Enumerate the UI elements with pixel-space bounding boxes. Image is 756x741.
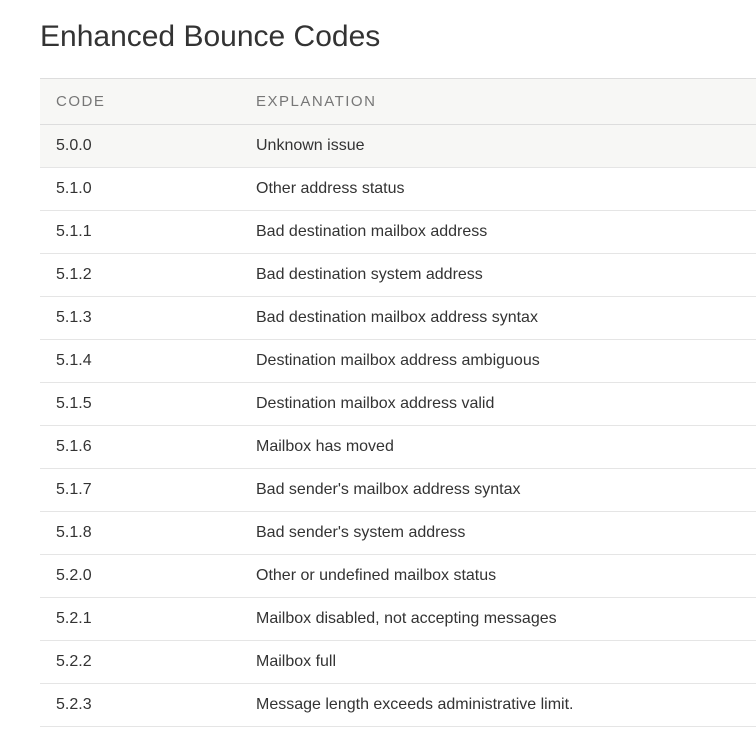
table-header-code: CODE — [40, 79, 240, 125]
cell-code: 5.1.1 — [40, 211, 240, 254]
cell-code: 5.1.4 — [40, 340, 240, 383]
cell-code: 5.2.1 — [40, 598, 240, 641]
cell-explanation: Bad sender's system address — [240, 512, 756, 555]
table-row: 5.0.0Unknown issue — [40, 125, 756, 168]
table-row: 5.1.0Other address status — [40, 168, 756, 211]
cell-code: 5.0.0 — [40, 125, 240, 168]
cell-explanation: Bad destination system address — [240, 254, 756, 297]
table-row: 5.1.8Bad sender's system address — [40, 512, 756, 555]
cell-explanation: Bad destination mailbox address — [240, 211, 756, 254]
cell-explanation: Unknown issue — [240, 125, 756, 168]
cell-code: 5.2.3 — [40, 684, 240, 727]
table-row: 5.1.2Bad destination system address — [40, 254, 756, 297]
table-row: 5.2.0Other or undefined mailbox status — [40, 555, 756, 598]
cell-explanation: Mailbox has moved — [240, 426, 756, 469]
cell-code: 5.1.0 — [40, 168, 240, 211]
cell-code: 5.1.3 — [40, 297, 240, 340]
table-row: 5.1.3Bad destination mailbox address syn… — [40, 297, 756, 340]
cell-explanation: Other or undefined mailbox status — [240, 555, 756, 598]
cell-explanation: Mailbox full — [240, 641, 756, 684]
cell-code: 5.1.2 — [40, 254, 240, 297]
cell-code: 5.1.8 — [40, 512, 240, 555]
table-row: 5.1.1Bad destination mailbox address — [40, 211, 756, 254]
cell-explanation: Bad destination mailbox address syntax — [240, 297, 756, 340]
page-title: Enhanced Bounce Codes — [40, 20, 756, 54]
bounce-codes-table: CODE EXPLANATION 5.0.0Unknown issue5.1.0… — [40, 78, 756, 727]
cell-code: 5.2.2 — [40, 641, 240, 684]
table-row: 5.2.2Mailbox full — [40, 641, 756, 684]
cell-code: 5.1.7 — [40, 469, 240, 512]
table-row: 5.1.7Bad sender's mailbox address syntax — [40, 469, 756, 512]
table-row: 5.2.3Message length exceeds administrati… — [40, 684, 756, 727]
cell-explanation: Mailbox disabled, not accepting messages — [240, 598, 756, 641]
cell-explanation: Message length exceeds administrative li… — [240, 684, 756, 727]
cell-code: 5.1.5 — [40, 383, 240, 426]
table-header-explanation: EXPLANATION — [240, 79, 756, 125]
cell-explanation: Destination mailbox address valid — [240, 383, 756, 426]
table-row: 5.1.6Mailbox has moved — [40, 426, 756, 469]
table-row: 5.1.5Destination mailbox address valid — [40, 383, 756, 426]
cell-code: 5.2.0 — [40, 555, 240, 598]
cell-explanation: Bad sender's mailbox address syntax — [240, 469, 756, 512]
table-row: 5.2.1Mailbox disabled, not accepting mes… — [40, 598, 756, 641]
cell-explanation: Destination mailbox address ambiguous — [240, 340, 756, 383]
table-row: 5.1.4Destination mailbox address ambiguo… — [40, 340, 756, 383]
cell-explanation: Other address status — [240, 168, 756, 211]
cell-code: 5.1.6 — [40, 426, 240, 469]
